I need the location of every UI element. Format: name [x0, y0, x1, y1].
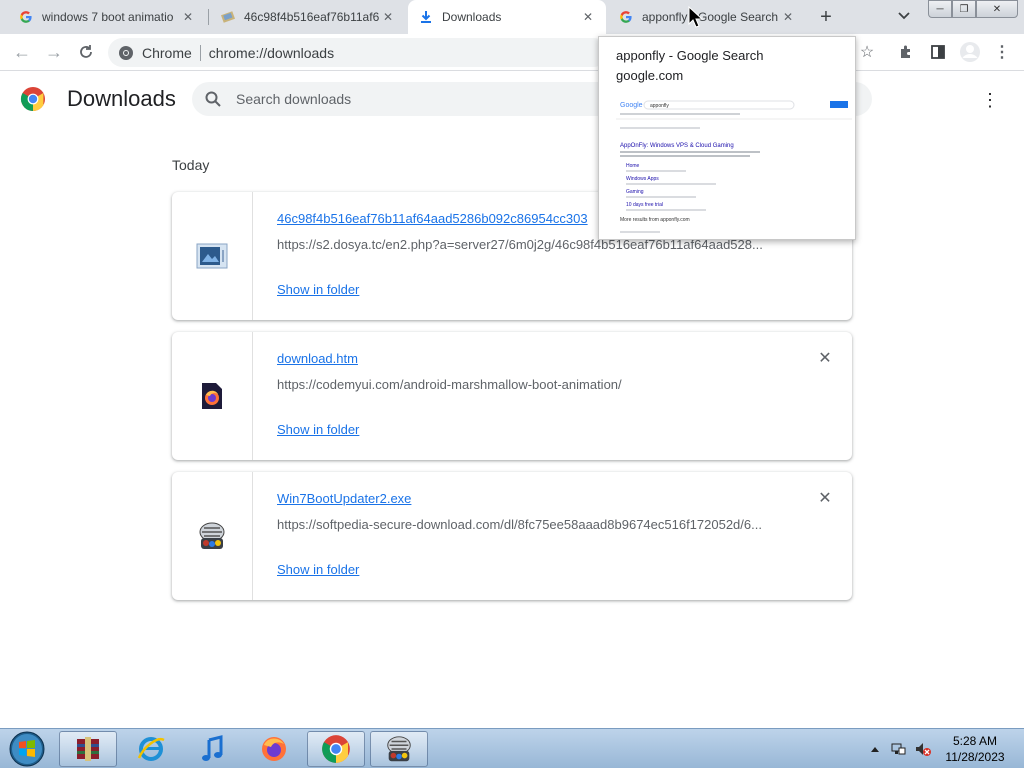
new-tab-button[interactable]: + [814, 5, 838, 29]
preview-query: apponfly [650, 103, 669, 109]
chrome-logo-icon [20, 87, 45, 111]
itunes-icon [202, 735, 223, 761]
extensions-icon[interactable] [896, 42, 916, 62]
file-name-link[interactable]: 46c98f4b516eaf76b11af64aad5286b092c86954… [277, 211, 588, 226]
search-input[interactable] [236, 91, 636, 107]
chrome-chip-label: Chrome [142, 44, 192, 61]
file-source-url: https://codemyui.com/android-marshmallow… [277, 377, 622, 392]
firefox-icon [262, 737, 286, 761]
file-name-link[interactable]: download.htm [277, 351, 358, 366]
download-item: Win7BootUpdater2.exe https://softpedia-s… [172, 472, 852, 600]
minimize-button[interactable]: ─ [928, 0, 952, 18]
hover-card-domain: google.com [616, 68, 684, 83]
tab-divider [208, 9, 209, 25]
internet-explorer-icon [137, 737, 165, 761]
url-text: chrome://downloads [208, 44, 335, 61]
windows-start-icon[interactable] [5, 730, 49, 768]
close-icon[interactable]: ✕ [817, 350, 833, 367]
taskbar-firefox[interactable] [245, 731, 303, 767]
omnibox-divider [199, 44, 201, 61]
profile-avatar-icon[interactable] [959, 41, 981, 63]
taskbar-winrar[interactable] [59, 731, 117, 767]
chrome-chip: Chrome [108, 45, 192, 61]
file-source-url: https://softpedia-secure-download.com/dl… [277, 517, 762, 532]
file-name-link[interactable]: Win7BootUpdater2.exe [277, 491, 411, 506]
winrar-icon [77, 737, 99, 761]
google-g-icon [18, 9, 34, 25]
browser-toolbar: ← → Chrome chrome://downloads ☆ ⋮ [0, 34, 1024, 71]
bookmark-star-icon[interactable]: ☆ [857, 42, 877, 62]
preview-more-results: More results from apponfly.com [620, 217, 690, 223]
windows-taskbar: 5:28 AM 11/28/2023 [0, 728, 1024, 768]
installer-app-icon [387, 736, 411, 762]
tab-title: windows 7 boot animatio [42, 10, 174, 24]
forward-button[interactable]: → [42, 40, 66, 64]
maximize-button[interactable]: ❐ [952, 0, 976, 18]
reload-icon [80, 45, 92, 58]
hover-card-title: apponfly - Google Search [616, 48, 764, 63]
tab-strip: windows 7 boot animatio ✕ 46c98f4b516eaf… [0, 0, 1024, 34]
close-icon[interactable]: ✕ [817, 490, 833, 507]
close-window-button[interactable]: ✕ [976, 0, 1018, 18]
reload-button[interactable] [74, 40, 98, 64]
tab-title: Downloads [442, 10, 502, 24]
tab-search-button[interactable] [894, 6, 914, 26]
close-icon[interactable]: ✕ [380, 9, 396, 25]
search-icon [205, 91, 221, 107]
volume-muted-icon[interactable] [914, 741, 932, 757]
download-icon [418, 9, 434, 25]
tab-downloads[interactable]: Downloads ✕ [408, 0, 606, 34]
installer-app-icon [199, 522, 225, 549]
preview-result: 10 days free trial [626, 202, 663, 208]
preview-result-heading: AppOnFly: Windows VPS & Cloud Gaming [620, 143, 734, 149]
tab-hover-card: apponfly - Google Search google.com Goog… [598, 36, 856, 240]
tab-title: 46c98f4b516eaf76b11af6 [244, 10, 380, 24]
clock-date: 11/28/2023 [945, 750, 1005, 764]
show-in-folder-link[interactable]: Show in folder [277, 562, 359, 577]
taskbar-installer[interactable] [370, 731, 428, 767]
chrome-icon [119, 45, 133, 60]
close-icon[interactable]: ✕ [780, 9, 796, 25]
network-icon[interactable] [890, 741, 906, 757]
file-icon-column [172, 192, 253, 320]
tab-preview-thumbnail: Google apponfly AppOnFly: Windows VPS & … [616, 97, 852, 239]
more-actions-icon[interactable]: ⋮ [980, 90, 1000, 110]
show-hidden-icons-icon[interactable] [870, 745, 880, 753]
preview-result: Home [626, 163, 640, 169]
close-icon[interactable]: ✕ [180, 9, 196, 25]
chevron-down-icon [898, 12, 910, 20]
address-bar[interactable]: Chrome chrome://downloads [108, 38, 608, 67]
tab-apponfly-search[interactable]: apponfly - Google Search ✕ [608, 0, 806, 34]
taskbar-chrome[interactable] [307, 731, 365, 767]
browser-menu-icon[interactable]: ⋮ [992, 42, 1012, 62]
file-icon-column [172, 472, 253, 600]
chrome-icon [322, 735, 350, 763]
downloads-header: Downloads ⋮ [0, 72, 1024, 128]
tab-windows7-search[interactable]: windows 7 boot animatio ✕ [8, 0, 206, 34]
side-panel-icon[interactable] [928, 42, 948, 62]
tab-image-file[interactable]: 46c98f4b516eaf76b11af6 ✕ [210, 0, 406, 34]
tab-title: apponfly - Google Search [642, 10, 779, 24]
taskbar-internet-explorer[interactable] [122, 731, 180, 767]
preview-result: Windows Apps [626, 176, 659, 182]
date-section-title: Today [172, 157, 210, 173]
back-button[interactable]: ← [10, 40, 34, 64]
page-title: Downloads [67, 86, 176, 111]
preview-logo: Google [620, 102, 643, 109]
preview-result: Gaming [626, 189, 644, 195]
image-file-icon [196, 243, 228, 269]
close-icon[interactable]: ✕ [580, 9, 596, 25]
firefox-html-file-icon [202, 383, 222, 409]
download-item: download.htm https://codemyui.com/androi… [172, 332, 852, 460]
clock-time: 5:28 AM [952, 734, 998, 748]
taskbar-clock[interactable]: 5:28 AM 11/28/2023 [940, 733, 1010, 765]
taskbar-itunes[interactable] [184, 731, 242, 767]
file-image-icon [220, 9, 236, 25]
mouse-cursor-icon [688, 6, 704, 28]
show-in-folder-link[interactable]: Show in folder [277, 422, 359, 437]
file-icon-column [172, 332, 253, 460]
google-g-icon [618, 9, 634, 25]
show-in-folder-link[interactable]: Show in folder [277, 282, 359, 297]
